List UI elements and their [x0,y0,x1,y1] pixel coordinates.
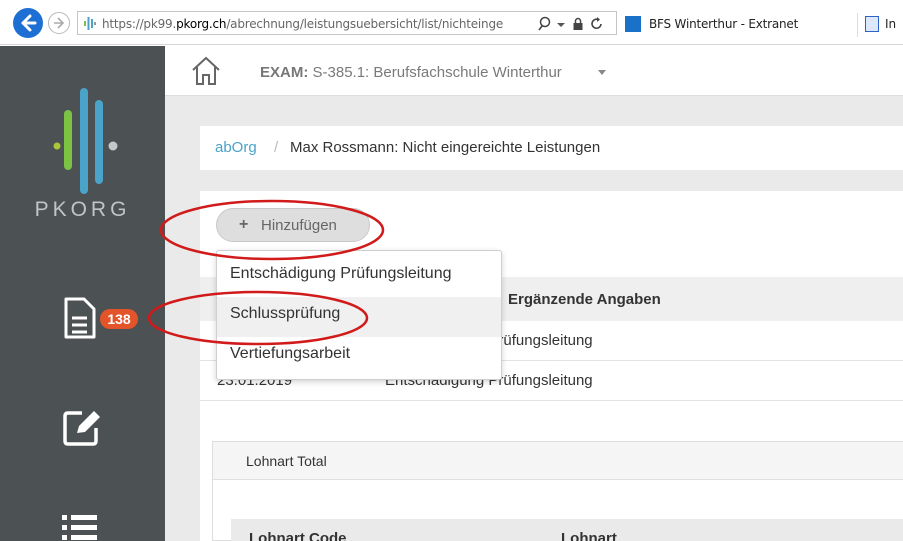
exam-selector[interactable]: EXAM: S-385.1: Berufsfachschule Winterth… [260,64,562,81]
lohnart-table-header: Lohnart Code Lohnart [231,519,903,541]
column-header-lohnart[interactable]: Lohnart [561,530,617,541]
nav-edit[interactable] [0,391,165,461]
menu-item-vertiefungsarbeit[interactable]: Vertiefungsarbeit [217,337,501,377]
pkorg-logo-icon [53,88,118,194]
list-icon [62,515,97,540]
menu-item-schlusspruefung[interactable]: Schlussprüfung [217,297,501,337]
back-button[interactable] [13,8,43,38]
arrow-right-icon [54,17,65,29]
lohnart-title: Lohnart Total [246,453,327,469]
add-dropdown-menu: Entschädigung Prüfungsleitung Schlussprü… [216,250,502,380]
tab-title: BFS Winterthur - Extranet [649,17,799,31]
dropdown-arrow-icon[interactable] [556,16,566,32]
home-icon[interactable] [190,55,222,87]
arrow-left-icon [21,14,37,32]
exam-label: EXAM: [260,64,309,81]
browser-tab-next[interactable]: In [857,13,903,37]
breadcrumb: abOrg / Max Rossmann: Nicht eingereichte… [200,126,903,170]
document-icon [865,16,879,32]
nav-list[interactable] [0,491,165,541]
breadcrumb-separator: / [274,139,279,156]
document-list-icon [64,297,96,339]
edit-icon [63,411,100,446]
column-header-lohnart-code[interactable]: Lohnart Code [249,530,347,541]
lock-icon[interactable] [572,16,584,32]
site-favicon-icon [84,17,96,30]
refresh-icon[interactable] [590,16,604,32]
top-bar: EXAM: S-385.1: Berufsfachschule Winterth… [165,46,903,96]
url-domain: pkorg.ch [176,17,227,31]
browser-tab-active[interactable]: BFS Winterthur - Extranet [622,13,839,37]
app-sidebar: PKORG 138 [0,46,165,541]
forward-button[interactable] [48,12,70,34]
address-bar[interactable]: https://pk99.pkorg.ch/abrechnung/leistun… [77,11,617,35]
add-button[interactable]: + Hinzufügen [216,208,370,242]
lohnart-header: Lohnart Total [213,442,903,480]
browser-toolbar: https://pk99.pkorg.ch/abrechnung/leistun… [0,0,903,45]
column-header-additional[interactable]: Ergänzende Angaben [508,291,661,308]
breadcrumb-link[interactable]: abOrg [215,139,257,156]
logo-text: PKORG [34,198,131,221]
lohnart-panel: Lohnart Total Lohnart Code Lohnart [212,441,903,541]
nav-documents[interactable]: 138 [0,282,165,352]
url-path: /abrechnung/leistungsuebersicht/list/nic… [226,17,504,31]
notification-badge: 138 [100,309,138,329]
menu-item-entschaedigung[interactable]: Entschädigung Prüfungsleitung [217,257,501,297]
url-text[interactable]: https://pk99.pkorg.ch/abrechnung/leistun… [102,17,532,31]
caret-down-icon[interactable] [598,70,606,75]
url-prefix: https://pk99. [102,17,177,31]
pkorg-logo[interactable]: PKORG [0,46,165,226]
plus-icon: + [239,216,249,233]
exam-value: S-385.1: Berufsfachschule Winterthur [312,64,562,81]
tab-next-title: In [885,17,897,31]
search-icon[interactable] [538,16,552,32]
tab-favicon-icon [625,16,641,32]
page-title: Max Rossmann: Nicht eingereichte Leistun… [290,139,601,156]
add-button-label: Hinzufügen [261,217,337,234]
